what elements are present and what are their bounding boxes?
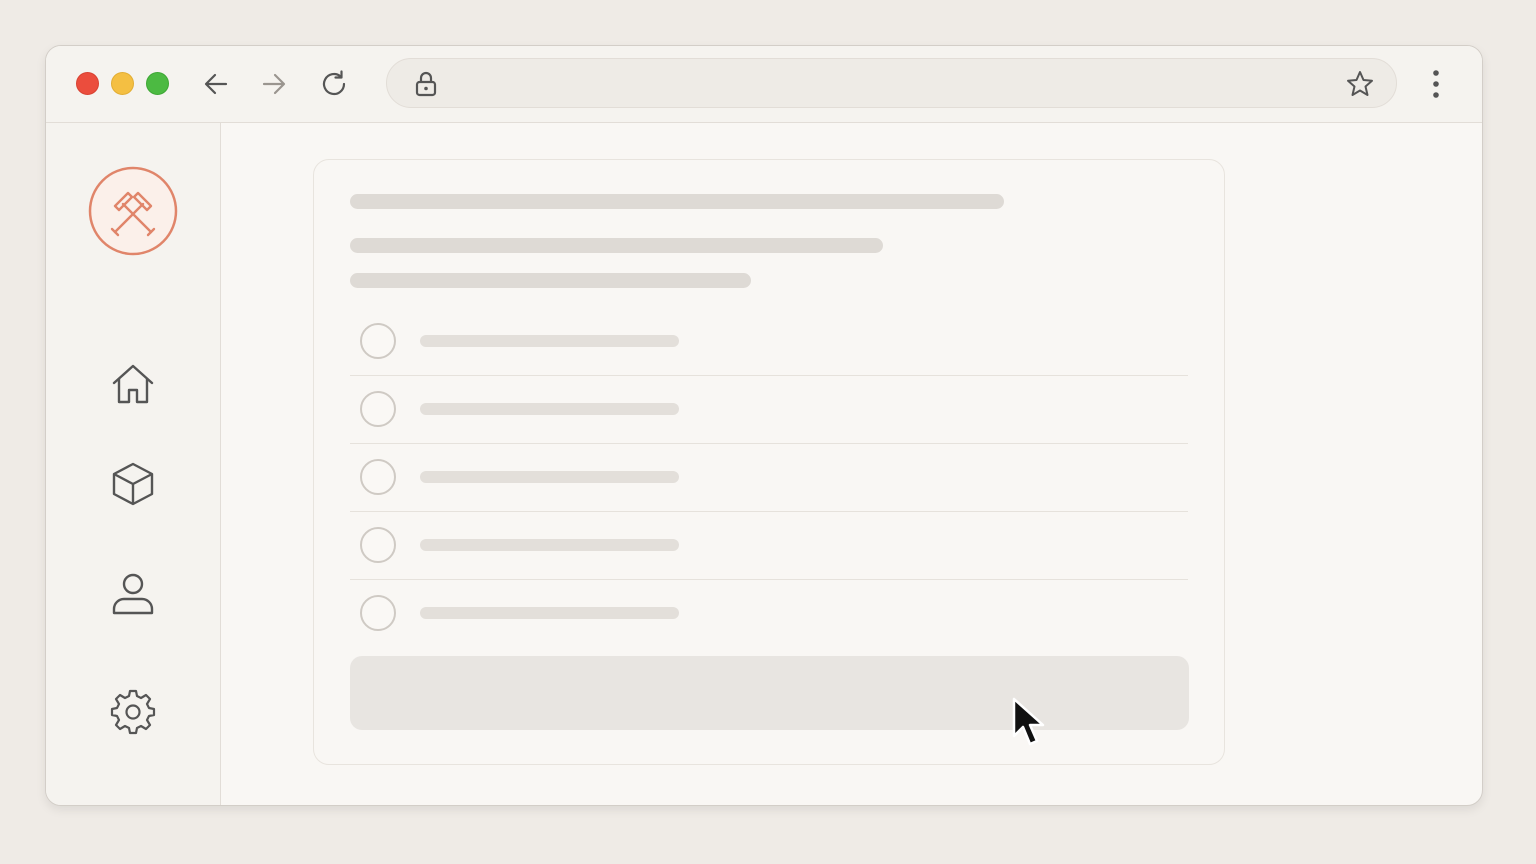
option-label-skeleton <box>420 539 679 551</box>
option-row-2[interactable] <box>350 376 1188 444</box>
option-label-skeleton <box>420 607 679 619</box>
gear-icon <box>110 689 156 735</box>
subtitle-skeleton-line-2 <box>350 273 751 288</box>
forward-button[interactable] <box>257 67 291 101</box>
radio-button[interactable] <box>360 459 396 495</box>
option-label-skeleton <box>420 403 679 415</box>
user-icon <box>112 573 154 615</box>
sidebar-item-settings[interactable] <box>108 686 158 736</box>
subtitle-skeleton-line-1 <box>350 238 883 253</box>
home-icon <box>112 364 154 404</box>
lock-icon <box>411 69 441 99</box>
option-row-5[interactable] <box>350 580 1188 648</box>
option-label-skeleton <box>420 471 679 483</box>
option-row-3[interactable] <box>350 444 1188 512</box>
app-logo[interactable] <box>88 166 178 256</box>
sidebar <box>46 123 221 805</box>
back-button[interactable] <box>199 67 233 101</box>
form-card <box>313 159 1225 765</box>
reload-button[interactable] <box>317 67 351 101</box>
option-row-1[interactable] <box>350 308 1188 376</box>
sidebar-item-profile[interactable] <box>108 568 158 618</box>
mouse-cursor-icon <box>1012 697 1045 746</box>
browser-menu-button[interactable] <box>1418 66 1454 102</box>
star-icon <box>1347 71 1373 96</box>
submit-button[interactable] <box>350 656 1189 730</box>
radio-button[interactable] <box>360 391 396 427</box>
browser-toolbar <box>46 46 1482 123</box>
minimize-window-button[interactable] <box>111 72 134 95</box>
bookmark-star-button[interactable] <box>1344 68 1376 100</box>
address-bar[interactable] <box>386 58 1397 108</box>
reload-icon <box>322 70 346 96</box>
option-row-4[interactable] <box>350 512 1188 580</box>
radio-button[interactable] <box>360 323 396 359</box>
sidebar-item-home[interactable] <box>108 359 158 409</box>
sidebar-item-products[interactable] <box>108 459 158 509</box>
maximize-window-button[interactable] <box>146 72 169 95</box>
option-label-skeleton <box>420 335 679 347</box>
radio-button[interactable] <box>360 527 396 563</box>
radio-button[interactable] <box>360 595 396 631</box>
arrow-left-icon <box>204 73 228 95</box>
close-window-button[interactable] <box>76 72 99 95</box>
kebab-menu-icon <box>1433 70 1439 98</box>
cube-icon <box>112 462 154 506</box>
title-skeleton <box>350 194 1004 209</box>
crossed-hammers-logo-icon <box>88 166 178 256</box>
browser-window <box>45 45 1483 806</box>
arrow-right-icon <box>262 73 286 95</box>
